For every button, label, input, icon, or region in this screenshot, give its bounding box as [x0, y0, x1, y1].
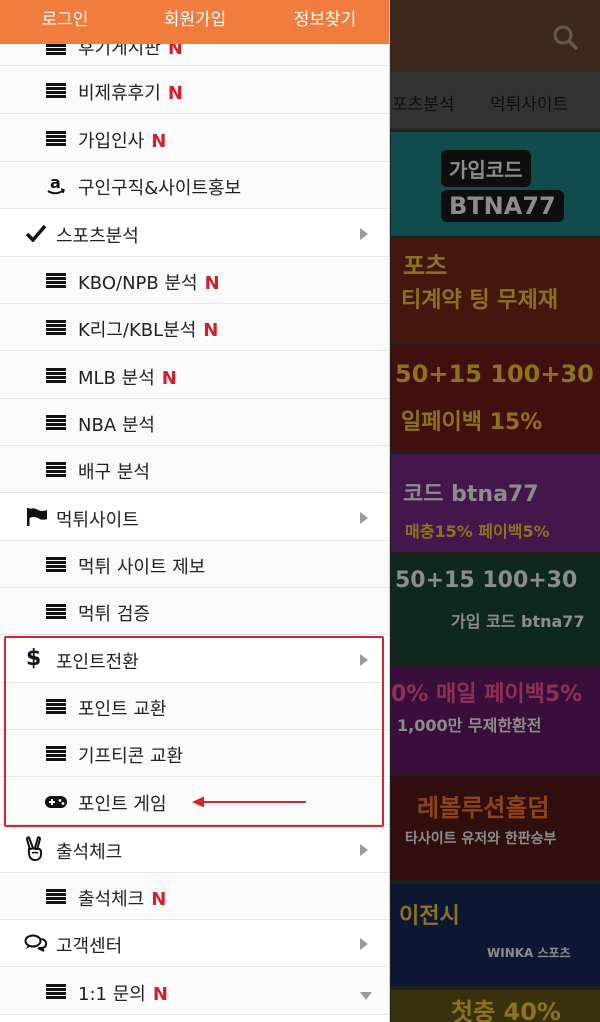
- list-icon: [46, 984, 66, 999]
- menu-item-label: 스포츠분석: [56, 226, 139, 247]
- list-icon: [46, 320, 66, 335]
- nav-item-sports-analysis[interactable]: 포츠분석: [392, 90, 455, 115]
- menu-item-review-board[interactable]: 후기게시판 N: [0, 38, 389, 66]
- victory-hand-icon: [25, 836, 43, 862]
- list-icon: [46, 131, 66, 146]
- menu-item-label: KBO/NPB 분석 N: [78, 273, 220, 294]
- list-icon: [46, 557, 66, 572]
- list-icon: [46, 273, 66, 288]
- menu-category-attendance[interactable]: 출석체크: [0, 826, 389, 873]
- menu-item-label: 출석체크 N: [78, 889, 167, 910]
- arrow-left-icon: [192, 796, 306, 808]
- menu-item-kleague-kbl[interactable]: K리그/KBL분석 N: [0, 304, 389, 351]
- menu-item-label: 출석체크: [56, 842, 123, 863]
- menu-item-label: 구인구직&사이트홍보: [78, 178, 242, 199]
- menu-item-label: 비제휴후기 N: [78, 83, 183, 104]
- menu-category-sports-analysis[interactable]: 스포츠분석: [0, 210, 389, 257]
- list-icon: [46, 415, 66, 430]
- menu-item-jobs-promo[interactable]: a 구인구직&사이트홍보: [0, 162, 389, 209]
- menu-item-kbo-npb[interactable]: KBO/NPB 분석 N: [0, 257, 389, 304]
- menu-item-scam-verification[interactable]: 먹튀 검증: [0, 588, 389, 635]
- menu-item-label: MLB 분석 N: [78, 368, 177, 389]
- menu-item-label: 고객센터: [56, 936, 123, 957]
- flag-icon: [27, 508, 47, 526]
- menu-item-label: NBA 분석: [78, 415, 155, 436]
- find-info-button[interactable]: 정보찾기: [260, 0, 389, 44]
- menu-item-volleyball[interactable]: 배구 분석: [0, 446, 389, 493]
- menu-item-non-partner-reviews[interactable]: 비제휴후기 N: [0, 67, 389, 114]
- menu-item-label: 먹튀사이트: [56, 510, 139, 531]
- chevron-right-icon: [360, 938, 368, 950]
- banner[interactable]: 0% 매일 페이백5% 1,000만 무제한환전: [391, 668, 600, 774]
- menu-item-label: 먹튀 사이트 제보: [78, 557, 206, 578]
- menu-item-label: K리그/KBL분석 N: [78, 320, 219, 341]
- menu-category-scam-sites[interactable]: 먹튀사이트: [0, 494, 389, 541]
- menu-category-customer-center[interactable]: 고객센터: [0, 920, 389, 967]
- search-icon[interactable]: [552, 24, 578, 50]
- check-icon: [26, 224, 46, 242]
- banner[interactable]: 포츠 티계약 팅 무제재: [391, 238, 600, 344]
- menu-item-label: 가입인사 N: [78, 131, 167, 152]
- menu-item-label: 1:1 문의 N: [78, 984, 168, 1005]
- chat-bubbles-icon: [24, 934, 48, 952]
- side-menu-drawer: 후기게시판 N 로그인 회원가입 정보찾기 비제휴후기 N 가입인사 N a 구인구직…: [0, 0, 390, 1022]
- list-icon: [46, 604, 66, 619]
- banner[interactable]: 50+15 100+30 일페이백 15%: [391, 346, 600, 452]
- list-icon: [46, 368, 66, 383]
- banner[interactable]: 50+15 100+30 가입 코드 btna77: [391, 556, 600, 664]
- list-icon: [46, 462, 66, 477]
- menu-item-one-on-one-inquiry[interactable]: 1:1 문의 N: [0, 968, 389, 1015]
- svg-text:a: a: [50, 174, 61, 192]
- menu-item-greetings[interactable]: 가입인사 N: [0, 115, 389, 162]
- menu-item-label: 배구 분석: [78, 462, 150, 483]
- banner[interactable]: 이전시 WINKA 스포츠: [391, 884, 600, 986]
- banner[interactable]: 레볼루션홀덤 타사이트 유저와 한판승부: [391, 776, 600, 880]
- menu-item-nba[interactable]: NBA 분석: [0, 399, 389, 446]
- banner[interactable]: 코드 btna77 매충15% 페이백5%: [391, 454, 600, 552]
- menu-item-label: 먹튀 검증: [78, 604, 150, 625]
- banner[interactable]: 첫충 40%: [391, 990, 600, 1022]
- menu-item-attendance-check[interactable]: 출석체크 N: [0, 873, 389, 920]
- signup-button[interactable]: 회원가입: [130, 0, 260, 44]
- menu-item-report-scam-site[interactable]: 먹튀 사이트 제보: [0, 541, 389, 588]
- list-icon: [46, 44, 66, 56]
- banner[interactable]: 가입코드 BTNA77: [391, 132, 600, 236]
- list-icon: [46, 889, 66, 904]
- login-button[interactable]: 로그인: [0, 0, 130, 44]
- menu-item-mlb[interactable]: MLB 분석 N: [0, 352, 389, 399]
- list-icon: [46, 83, 66, 98]
- nav-item-scam-sites[interactable]: 먹튀사이트: [490, 90, 568, 115]
- chevron-right-icon: [360, 228, 368, 240]
- amazon-icon: a: [47, 174, 65, 195]
- chevron-right-icon: [360, 512, 368, 524]
- chevron-down-icon[interactable]: [360, 992, 372, 1000]
- chevron-right-icon: [360, 844, 368, 856]
- auth-bar: 로그인 회원가입 정보찾기: [0, 0, 389, 44]
